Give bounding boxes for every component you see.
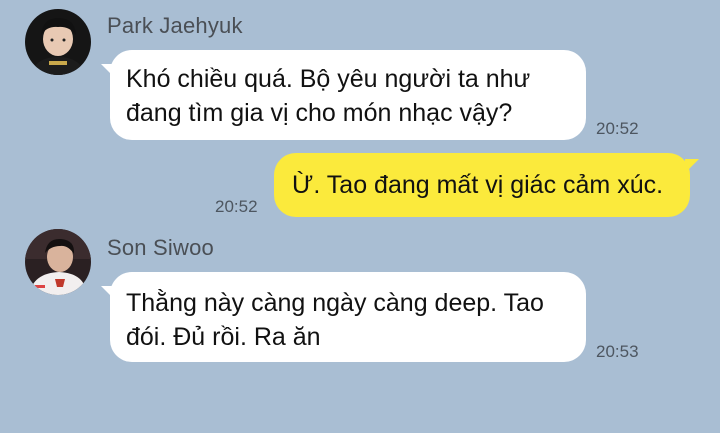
avatar-park-jaehyuk[interactable] xyxy=(25,9,91,75)
sender-name: Park Jaehyuk xyxy=(107,13,243,38)
message-line: Khó chiều quá. Bộ yêu người ta như xyxy=(126,65,531,93)
message-time: 20:53 xyxy=(596,342,639,361)
message-line: Thằng này càng ngày càng deep. Tao xyxy=(126,289,544,317)
message-bubble[interactable]: Khó chiều quá. Bộ yêu người ta như đang … xyxy=(101,50,586,140)
sender-name: Son Siwoo xyxy=(107,235,214,260)
profile-photo-icon xyxy=(25,229,91,295)
message-bubble[interactable]: Thằng này càng ngày càng deep. Tao đói. … xyxy=(101,272,586,362)
message-line: đang tìm gia vị cho món nhạc vậy? xyxy=(126,99,513,127)
message-line: đói. Đủ rồi. Ra ăn xyxy=(126,323,321,351)
message-line: Ừ. Tao đang mất vị giác cảm xúc. xyxy=(292,171,664,199)
message-time: 20:52 xyxy=(596,119,639,138)
profile-photo-icon xyxy=(25,9,91,75)
avatar-son-siwoo[interactable] xyxy=(25,229,91,295)
chat-area: Park Jaehyuk Khó chiều quá. Bộ yêu người… xyxy=(0,0,720,433)
message-bubble-outgoing[interactable]: Ừ. Tao đang mất vị giác cảm xúc. xyxy=(274,153,699,217)
message-time: 20:52 xyxy=(215,197,258,216)
